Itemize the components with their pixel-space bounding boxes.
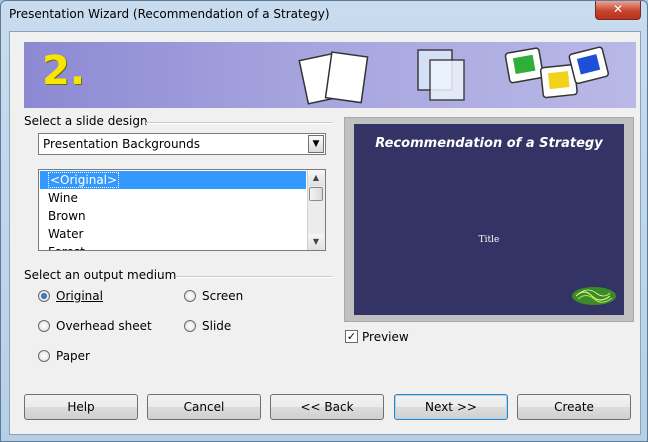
radio-label: Overhead sheet (56, 319, 152, 333)
preview-slide: Recommendation of a Strategy Title (354, 124, 624, 315)
slide-design-divider (146, 122, 332, 124)
design-category-select[interactable]: Presentation Backgrounds ▼ (38, 133, 326, 155)
window-title: Presentation Wizard (Recommendation of a… (9, 7, 330, 21)
scroll-up-icon[interactable]: ▲ (308, 170, 324, 186)
back-button[interactable]: << Back (270, 394, 384, 420)
logo-icon (572, 287, 616, 305)
radio-button[interactable] (38, 350, 50, 362)
transparencies-icon (417, 49, 465, 101)
output-medium-divider (176, 276, 332, 278)
radio-label: Slide (202, 319, 232, 333)
list-item[interactable]: <Original> (40, 171, 306, 189)
slide-title: Recommendation of a Strategy (375, 136, 603, 151)
wizard-banner: 2. (24, 42, 636, 108)
radio-label: Paper (56, 349, 90, 363)
design-list[interactable]: <Original> Wine Brown Water Forest ▲ ▼ (38, 169, 326, 251)
radio-button[interactable] (38, 290, 50, 302)
next-button[interactable]: Next >> (394, 394, 508, 420)
radio-button[interactable] (38, 320, 50, 332)
color-slides-icon (504, 46, 610, 99)
radio-button[interactable] (184, 320, 196, 332)
radio-label: Screen (202, 289, 244, 303)
preview-checkbox[interactable]: ✓ (345, 330, 358, 343)
scroll-down-icon[interactable]: ▼ (308, 234, 324, 250)
chevron-down-icon[interactable]: ▼ (308, 135, 324, 153)
output-medium-group-label: Select an output medium (24, 268, 177, 282)
title-bar[interactable]: Presentation Wizard (Recommendation of a… (1, 1, 647, 27)
help-button[interactable]: Help (24, 394, 138, 420)
slides-stack-icon (298, 51, 369, 105)
wizard-window: Presentation Wizard (Recommendation of a… (0, 0, 648, 442)
radio-label: Original (56, 289, 103, 303)
step-number: 2. (42, 48, 86, 94)
preview-checkbox-label: Preview (362, 330, 409, 344)
list-item[interactable]: Brown (40, 207, 306, 225)
close-button[interactable]: ✕ (595, 1, 641, 20)
slide-subtitle: Title (478, 235, 500, 245)
cancel-button[interactable]: Cancel (147, 394, 261, 420)
list-item[interactable]: Wine (40, 189, 306, 207)
design-category-value: Presentation Backgrounds (43, 137, 201, 151)
slide-design-group-label: Select a slide design (24, 114, 148, 128)
scroll-thumb[interactable] (309, 187, 323, 201)
list-item[interactable]: Forest (40, 243, 306, 250)
create-button[interactable]: Create (517, 394, 631, 420)
wizard-body: 2. Select a slide design Presentation Ba… (9, 31, 641, 435)
radio-button[interactable] (184, 290, 196, 302)
design-list-scrollbar[interactable]: ▲ ▼ (307, 170, 325, 250)
list-item[interactable]: Water (40, 225, 306, 243)
preview-panel: Recommendation of a Strategy Title (344, 117, 634, 322)
